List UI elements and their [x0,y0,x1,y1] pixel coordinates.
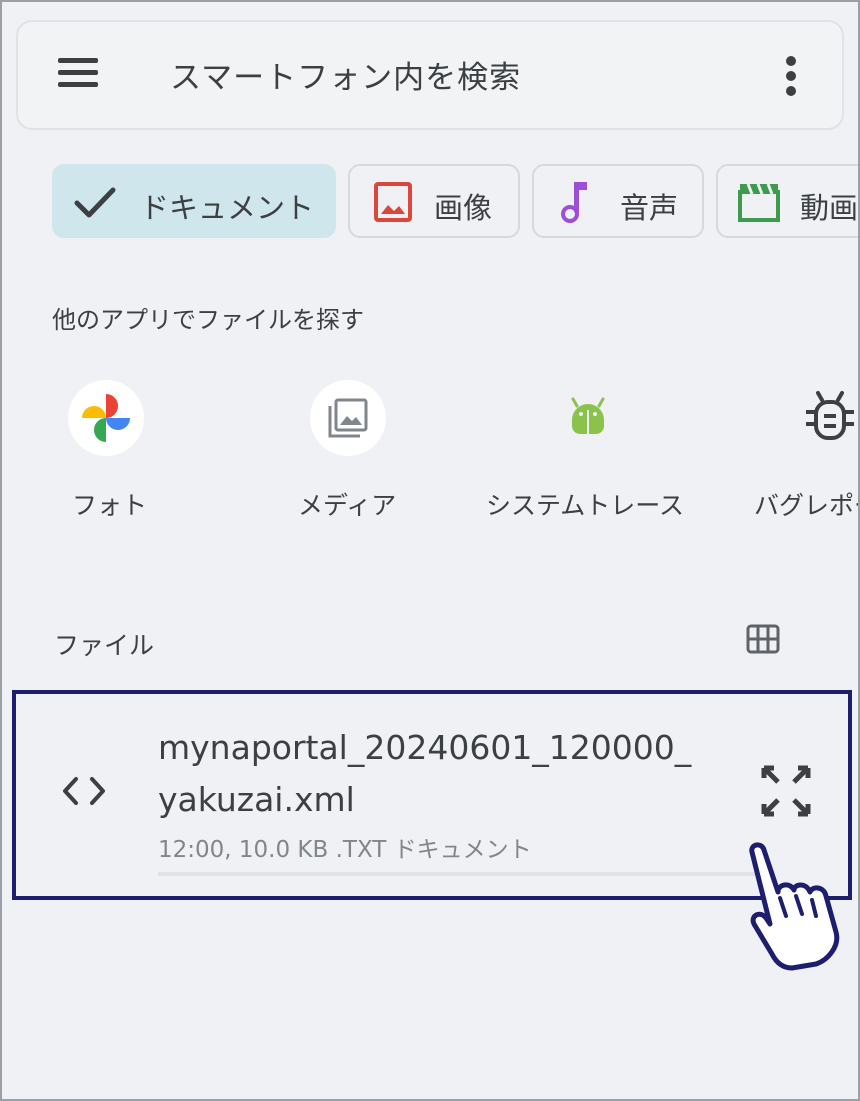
expand-icon[interactable] [760,764,812,818]
search-bar[interactable]: スマートフォン内を検索 [16,20,844,130]
chip-label: 音声 [620,191,679,225]
hamburger-menu-icon[interactable] [58,58,98,92]
check-icon [74,187,116,218]
image-icon [374,182,412,222]
app-label: バグレポート [754,491,858,520]
files-title: ファイル [54,631,155,660]
other-apps-title: 他のアプリでファイルを探す [52,306,364,334]
bug-icon [792,380,858,456]
grid-view-icon[interactable] [746,624,780,654]
chip-documents[interactable]: ドキュメント [52,164,336,238]
app-label: システムトレース [486,491,685,520]
app-label: フォト [72,491,148,520]
music-note-icon [561,182,587,223]
search-placeholder[interactable]: スマートフォン内を検索 [170,52,521,97]
screen: スマートフォン内を検索 ドキュメント 画像 音声 動画 他のアプリでファイルを探… [0,0,860,1101]
chip-label: ドキュメント [140,191,315,225]
app-label: メディア [298,491,397,520]
chip-label: 画像 [434,191,493,225]
progress-divider [158,872,768,876]
more-vert-icon[interactable] [784,56,798,96]
code-icon [63,777,105,805]
media-gallery-icon [310,380,386,456]
app-media[interactable] [310,380,386,456]
chip-audio[interactable]: 音声 [532,164,704,238]
video-clapper-icon [738,183,780,222]
file-meta: 12:00, 10.0 KB .TXT ドキュメント [158,837,532,863]
pointing-hand-icon [749,842,840,971]
android-icon [550,380,626,456]
app-bug-report[interactable] [792,380,858,456]
google-photos-icon [68,380,144,456]
file-name: mynaportal_20240601_120000_yakuzai.xml [158,728,692,819]
file-list-item[interactable]: mynaportal_20240601_120000_yakuzai.xml 1… [12,690,852,900]
app-photos[interactable] [68,380,144,456]
chip-video[interactable]: 動画 [716,164,859,238]
app-system-trace[interactable] [550,380,626,456]
chip-label: 動画 [800,191,859,225]
chip-images[interactable]: 画像 [348,164,520,238]
